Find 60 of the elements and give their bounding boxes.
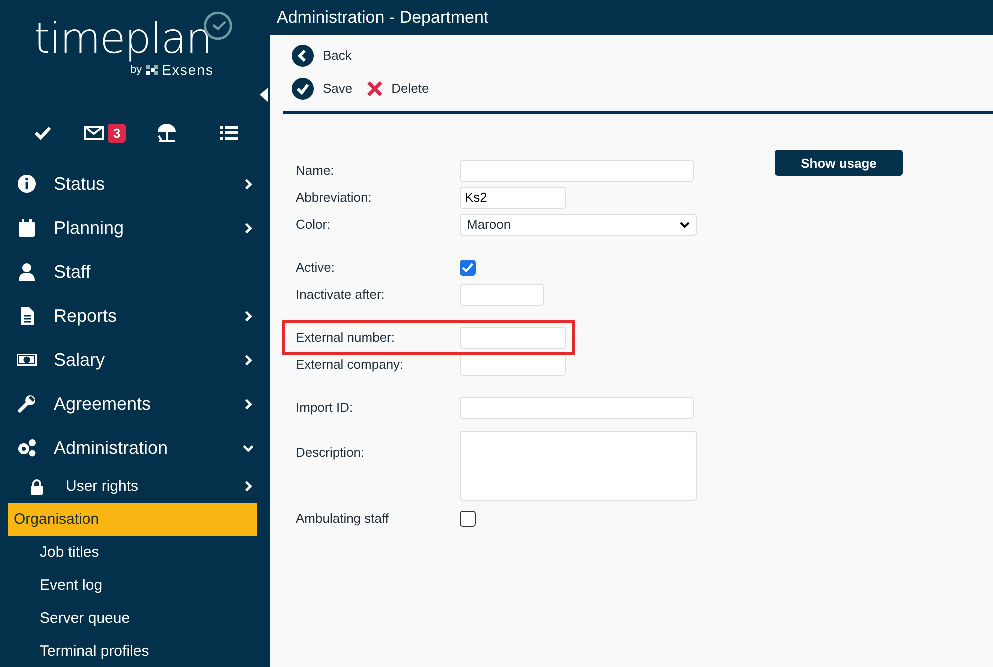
field-label: Ambulating staff (296, 511, 390, 526)
input-field[interactable] (460, 396, 694, 418)
field-label: Active: (296, 260, 336, 275)
chevron-right-icon (243, 398, 254, 410)
field-label: External number: (296, 330, 396, 345)
unread-count: 3 (108, 124, 126, 142)
input-field[interactable] (460, 160, 694, 182)
wrench-icon (17, 394, 37, 414)
timeplan-logo: timeplan by Exsens (34, 10, 234, 80)
field-label: External company: (296, 357, 405, 372)
info-icon (17, 174, 37, 194)
check-icon[interactable] (34, 126, 52, 140)
checkbox[interactable] (460, 510, 476, 526)
submenu-item[interactable]: Terminal profiles (8, 635, 270, 667)
field-label: Color: (296, 217, 332, 232)
close-icon (366, 80, 383, 96)
menu-item[interactable]: Status (0, 162, 270, 206)
chevron-down-icon (243, 442, 254, 454)
mail-icon[interactable] (84, 126, 104, 140)
calendar-icon (17, 218, 37, 238)
field-label: Inactivate after: (296, 287, 386, 302)
input-field[interactable] (460, 354, 566, 376)
back-icon (292, 44, 314, 66)
input-field[interactable]: Ks2 (460, 186, 566, 208)
beach-umbrella-icon[interactable] (156, 123, 178, 143)
field-label: Import ID: (296, 400, 354, 415)
menu-item[interactable]: Administration (0, 426, 270, 470)
submenu-item[interactable]: Event log (8, 569, 270, 602)
back-button[interactable]: Back (292, 44, 352, 66)
menu-item[interactable]: Salary (0, 338, 270, 382)
submenu-item[interactable]: Job titles (8, 536, 270, 569)
input-field[interactable] (460, 284, 544, 306)
chevron-right-icon (243, 222, 254, 234)
field-label: Name: (296, 163, 336, 178)
delete-button[interactable]: Delete (366, 80, 430, 96)
chevron-down-icon (680, 220, 690, 228)
chevron-right-icon (243, 354, 254, 366)
list-icon[interactable] (220, 126, 238, 140)
collapse-icon[interactable] (260, 88, 268, 102)
input-field[interactable] (460, 326, 566, 348)
field-label: Description: (296, 445, 366, 460)
chevron-right-icon (243, 481, 254, 492)
page-title: Administration - Department (277, 8, 489, 28)
save-button[interactable]: Save (292, 78, 353, 100)
menu-item[interactable]: Agreements (0, 382, 270, 426)
submenu-item[interactable]: User rights (8, 470, 270, 503)
menu-item[interactable]: Reports (0, 294, 270, 338)
menu-item[interactable]: Staff (0, 250, 270, 294)
chevron-right-icon (243, 178, 254, 190)
submenu-item[interactable]: Organisation (8, 503, 257, 536)
lock-icon (30, 478, 44, 494)
check-circle-icon (292, 78, 314, 100)
user-icon (17, 262, 37, 282)
menu-item[interactable]: Planning (0, 206, 270, 250)
field-label: Abbreviation: (296, 190, 373, 205)
show-usage-button[interactable]: Show usage (775, 150, 903, 176)
checkbox[interactable] (460, 260, 476, 276)
submenu-item[interactable]: Server queue (8, 602, 270, 635)
color-select[interactable]: Maroon (460, 214, 697, 236)
chevron-right-icon (243, 310, 254, 322)
